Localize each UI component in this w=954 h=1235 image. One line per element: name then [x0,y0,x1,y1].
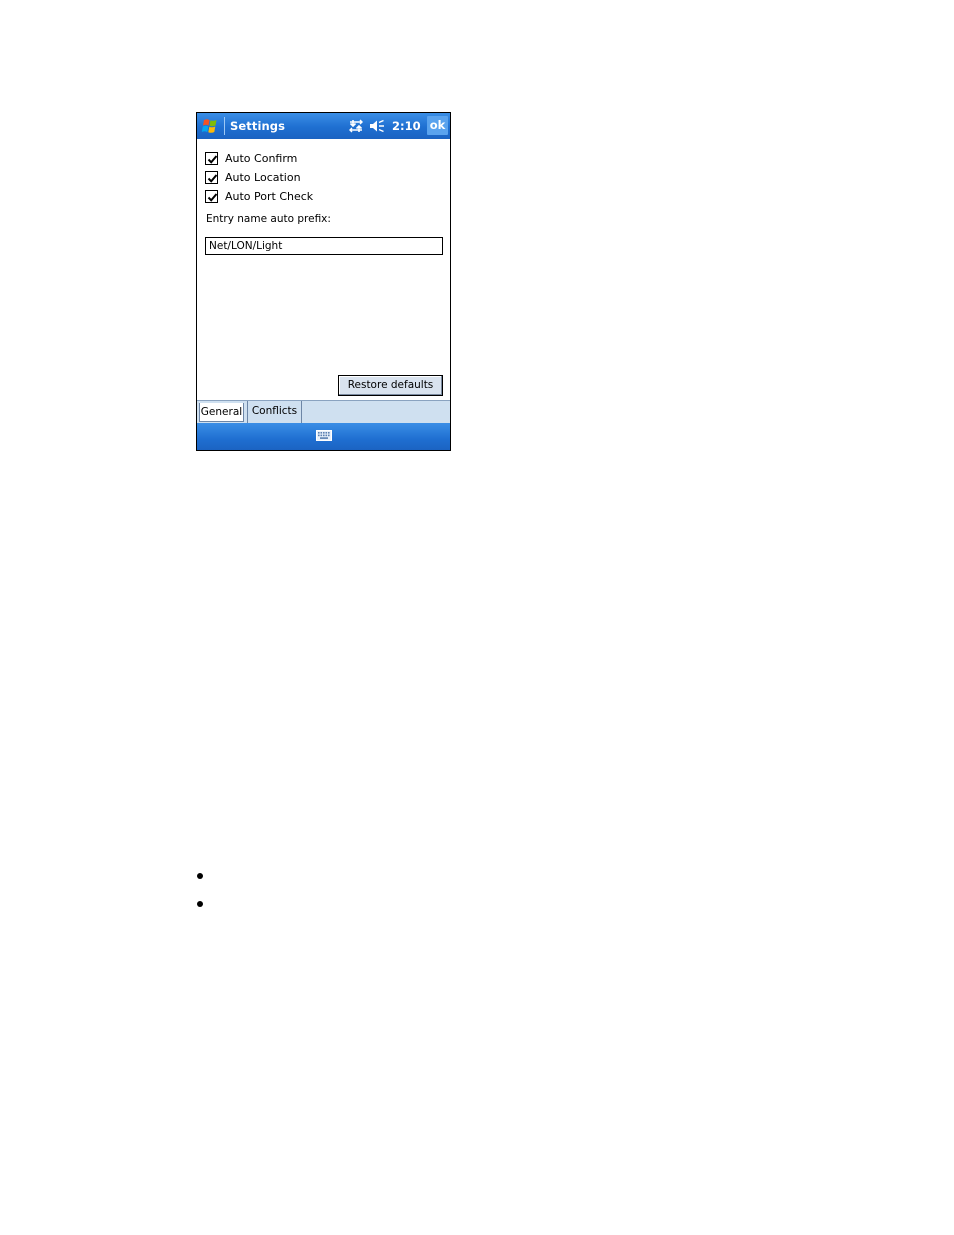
clock[interactable]: 2:10 [392,119,421,133]
menu-bar [197,423,450,450]
checkmark-icon [207,193,218,202]
tab-strip: General Conflicts [197,400,450,423]
auto-location-checkbox[interactable] [205,171,218,184]
keyboard-icon[interactable] [316,430,332,441]
prefix-input[interactable]: Net/LON/Light [205,237,443,255]
title-separator [224,117,225,135]
auto-location-label[interactable]: Auto Location [225,171,301,184]
restore-defaults-button[interactable]: Restore defaults [338,375,443,396]
auto-port-check-label[interactable]: Auto Port Check [225,190,313,203]
general-tab-content: Auto Confirm Auto Location Auto Port Che… [197,139,450,400]
bullet-point [197,873,203,879]
auto-confirm-checkbox[interactable] [205,152,218,165]
tab-general[interactable]: General [199,403,244,422]
bullet-point [197,901,203,907]
pocketpc-settings-window: Settings 2:10 ok Auto Confirm Auto Locat… [196,112,451,451]
tab-conflicts[interactable]: Conflicts [247,401,302,423]
ok-button[interactable]: ok [427,116,448,135]
windows-start-icon[interactable] [201,117,219,135]
window-title: Settings [230,119,286,133]
checkmark-icon [207,174,218,183]
prefix-label: Entry name auto prefix: [206,213,331,225]
title-bar: Settings 2:10 ok [197,113,450,139]
checkmark-icon [207,155,218,164]
volume-muted-icon[interactable] [369,119,385,133]
auto-port-check-checkbox[interactable] [205,190,218,203]
connectivity-icon[interactable] [349,119,363,133]
auto-confirm-label[interactable]: Auto Confirm [225,152,297,165]
